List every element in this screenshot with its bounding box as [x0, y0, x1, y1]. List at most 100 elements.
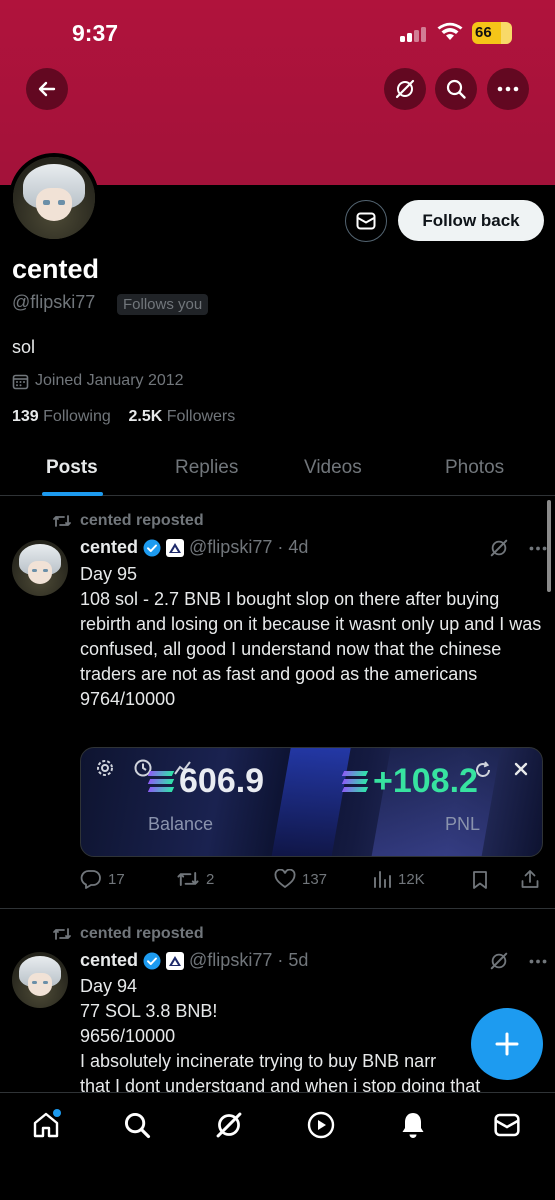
reply-count: 17 [108, 870, 125, 888]
repost-label: cented reposted [80, 512, 204, 529]
affiliate-badge-icon [166, 951, 185, 970]
status-time: 9:37 [72, 20, 119, 46]
battery-level: 66 [475, 24, 492, 41]
post-divider [0, 908, 555, 909]
repost-indicator: cented reposted [52, 925, 204, 943]
refresh-icon [476, 761, 490, 777]
following-link[interactable]: 139 Following [12, 408, 111, 425]
tab-photos[interactable]: Photos [445, 457, 504, 479]
view-count: 12K [398, 870, 425, 888]
active-tab-indicator [42, 492, 103, 496]
affiliate-badge-icon [166, 538, 185, 557]
solana-icon [147, 771, 175, 792]
post-handle-time: @flipski77 · 4d [189, 537, 309, 557]
more-icon[interactable] [529, 546, 547, 551]
post-top-actions [489, 951, 547, 971]
followers-label: Followers [166, 408, 236, 425]
share-icon[interactable] [520, 869, 540, 889]
notification-dot [53, 1109, 61, 1117]
solana-icon [341, 771, 369, 792]
more-button[interactable] [487, 68, 529, 110]
post-author[interactable]: cented [80, 537, 138, 558]
nav-search[interactable] [121, 1109, 153, 1141]
repost-icon [177, 872, 199, 886]
bell-icon [402, 1113, 424, 1138]
signal-icon [400, 26, 430, 42]
post-header: cented @flipski77 · 5d [80, 950, 308, 971]
nav-notifications[interactable] [397, 1109, 429, 1141]
profile-name: cented [12, 254, 100, 284]
status-bar: 9:37 66 [0, 0, 555, 66]
bottom-navigation [0, 1092, 555, 1200]
back-button[interactable] [26, 68, 68, 110]
like-button[interactable]: 137 [274, 869, 327, 889]
follows-you-badge: Follows you [117, 294, 209, 315]
back-arrow-icon [38, 81, 56, 97]
battery-indicator: 66 [472, 22, 512, 44]
pnl-value-row: +108.2 [341, 762, 478, 801]
close-icon [514, 762, 528, 776]
joined-date: Joined January 2012 [12, 372, 184, 390]
post-header: cented @flipski77 · 4d [80, 537, 308, 558]
nav-grok[interactable] [213, 1109, 245, 1141]
plus-icon [495, 1032, 519, 1056]
grok-icon [395, 79, 415, 99]
post-top-actions [489, 538, 547, 558]
balance-value: 606.9 [179, 762, 265, 800]
calendar-icon [12, 374, 29, 389]
grok-icon [216, 1112, 242, 1138]
follow-back-button[interactable]: Follow back [398, 200, 544, 241]
followers-link[interactable]: 2.5K Followers [129, 408, 236, 425]
profile-avatar[interactable] [9, 153, 99, 243]
search-icon [124, 1112, 151, 1139]
like-icon [274, 869, 296, 889]
mail-icon [356, 212, 376, 230]
like-count: 137 [302, 870, 328, 888]
follow-stats: 139 Following 2.5K Followers [12, 408, 235, 426]
wifi-icon [437, 22, 463, 40]
repost-icon [53, 515, 71, 527]
post-handle-time: @flipski77 · 5d [189, 950, 309, 970]
post-media-card[interactable]: 606.9 Balance +108.2 PNL [80, 747, 543, 857]
pnl-value: +108.2 [373, 762, 478, 800]
settings-icon [97, 760, 113, 776]
scrollbar[interactable] [547, 500, 551, 592]
repost-button[interactable]: 2 [176, 869, 214, 889]
repost-indicator: cented reposted [52, 512, 204, 530]
reply-button[interactable]: 17 [80, 869, 125, 889]
grok-icon[interactable] [489, 951, 509, 971]
nav-video[interactable] [305, 1109, 337, 1141]
search-button[interactable] [435, 68, 477, 110]
profile-bio: sol [12, 337, 36, 357]
more-icon [497, 86, 519, 92]
following-label: Following [43, 408, 111, 425]
nav-messages[interactable] [491, 1109, 523, 1141]
post-avatar[interactable] [12, 540, 68, 596]
nav-home[interactable] [30, 1109, 62, 1141]
repost-count: 2 [206, 870, 215, 888]
bookmark-icon[interactable] [471, 870, 489, 890]
profile-handle: @flipski77 [12, 292, 96, 312]
post-text: Day 95 108 sol - 2.7 BNB I bought slop o… [80, 564, 542, 709]
grok-icon[interactable] [489, 538, 509, 558]
tab-replies[interactable]: Replies [175, 457, 238, 479]
balance-label: Balance [148, 814, 214, 834]
followers-count: 2.5K [128, 408, 163, 425]
pnl-label: PNL [445, 814, 481, 834]
compose-button[interactable] [471, 1008, 543, 1080]
post-avatar[interactable] [12, 952, 68, 1008]
profile-tabs: Posts Replies Videos Photos [0, 445, 555, 496]
views-button[interactable]: 12K [372, 869, 425, 889]
post-author[interactable]: cented [80, 950, 138, 971]
mail-icon [494, 1113, 520, 1137]
following-count: 139 [12, 408, 39, 425]
joined-text: Joined January 2012 [35, 372, 184, 389]
tab-videos[interactable]: Videos [304, 457, 362, 479]
more-icon[interactable] [529, 959, 547, 964]
grok-button[interactable] [384, 68, 426, 110]
message-button[interactable] [345, 200, 387, 242]
views-icon [374, 871, 391, 888]
tab-posts[interactable]: Posts [46, 457, 98, 479]
balance-value-row: 606.9 [147, 762, 265, 801]
reply-icon [80, 870, 101, 889]
